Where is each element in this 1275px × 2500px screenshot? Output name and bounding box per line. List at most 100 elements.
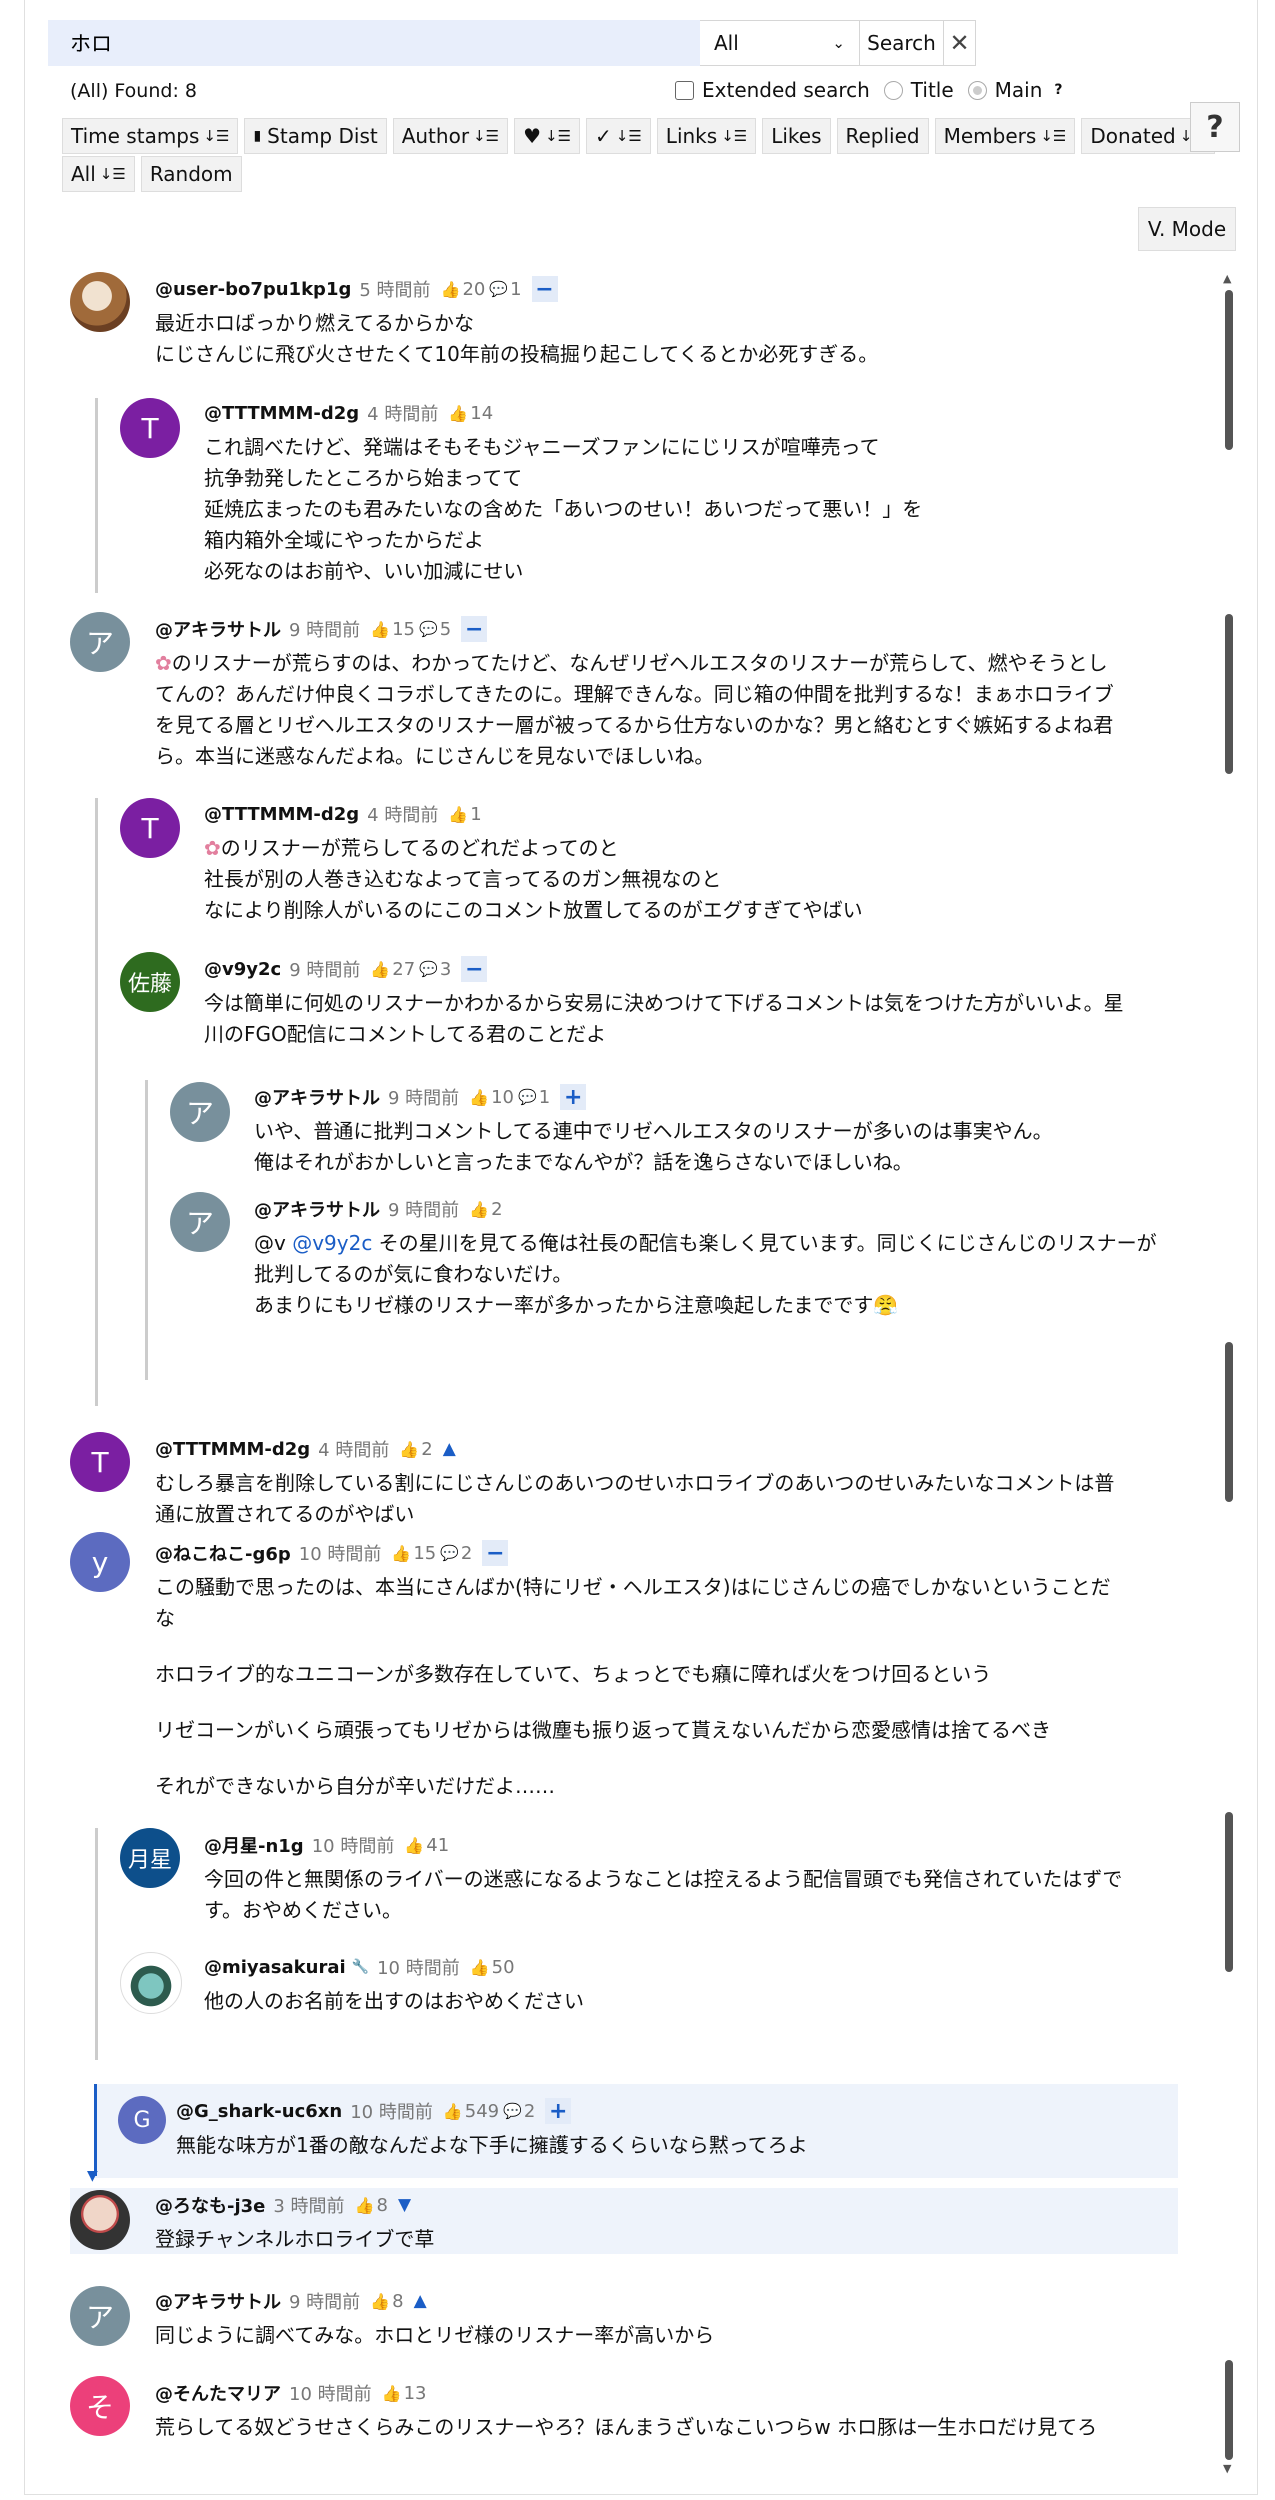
author-name[interactable]: @ろなも-j3e (155, 2192, 265, 2218)
like-count: 27 (392, 958, 416, 980)
like-count: 15 (413, 1542, 437, 1564)
mention-link[interactable]: @v9y2c (292, 1231, 372, 1255)
reply-count: 2 (523, 2100, 536, 2122)
timestamp: 10 時間前 (350, 2102, 433, 2123)
sort-button-row-1: Time stamps ↓☰ ▮ Stamp Dist Author ↓☰ ♥ ↓☰ ✓… (62, 118, 1215, 154)
author-name[interactable]: @user-bo7pu1kp1g (155, 279, 351, 300)
reply-count: 1 (510, 278, 522, 300)
author-name[interactable]: @アキラサトル (254, 1196, 380, 1222)
comment-text: 荒らしてる奴どうせさくらみこのリスナーやろ？ほんまうざいなこいつらw ホロ豚は一… (155, 2415, 1098, 2439)
avatar: そ (70, 2376, 130, 2436)
title-radio-label: Title (910, 78, 954, 102)
comment-header: @ねこねこ-g6p 10 時間前 👍 15 💬 2 − (155, 1540, 509, 1566)
scrollbar-thumb-5[interactable] (1225, 2360, 1233, 2460)
extended-search-label: Extended search (702, 78, 870, 102)
search-input[interactable] (48, 20, 700, 66)
jump-up-icon[interactable]: ▲ (414, 2291, 427, 2311)
scroll-down-arrow-icon[interactable]: ▼ (1223, 2462, 1231, 2475)
extended-search-checkbox[interactable] (675, 80, 694, 100)
author-name[interactable]: @TTTMMM-d2g (155, 1439, 310, 1460)
clear-icon[interactable]: ✕ (944, 20, 976, 66)
author-name[interactable]: @TTTMMM-d2g (204, 804, 359, 825)
members-button[interactable]: Members ↓☰ (934, 118, 1076, 154)
author-name[interactable]: @v9y2c (204, 959, 281, 980)
author-name[interactable]: @TTTMMM-d2g (204, 403, 359, 424)
all-button[interactable]: All ↓☰ (62, 156, 135, 192)
scope-select[interactable]: All ⌄ (700, 20, 860, 66)
thumbs-up-icon: 👍 (370, 959, 391, 979)
heart-icon: ♥ (523, 124, 541, 148)
search-button[interactable]: Search (860, 20, 944, 66)
author-name[interactable]: @ねこねこ-g6p (155, 1540, 291, 1566)
collapse-toggle-button[interactable]: − (482, 1540, 509, 1566)
timestamp: 9 時間前 (388, 1200, 460, 1221)
thumbs-up-icon: 👍 (354, 2195, 375, 2215)
v-mode-button[interactable]: V. Mode (1138, 207, 1236, 251)
reply-icon: 💬 (419, 960, 438, 978)
author-name[interactable]: @アキラサトル (155, 616, 281, 642)
like-count: 1 (470, 803, 482, 825)
timestamps-button[interactable]: Time stamps ↓☰ (62, 118, 239, 154)
sort-icon: ↓☰ (1040, 127, 1067, 145)
author-name[interactable]: @アキラサトル (254, 1084, 380, 1110)
sort-icon: ↓☰ (473, 127, 500, 145)
likes-button[interactable]: Likes (762, 118, 831, 154)
heart-button[interactable]: ♥ ↓☰ (514, 118, 581, 154)
like-count: 549 (464, 2100, 500, 2122)
links-button[interactable]: Links ↓☰ (656, 118, 757, 154)
scroll-up-arrow-icon[interactable]: ▲ (1223, 272, 1231, 285)
found-count: (All) Found: 8 (70, 80, 197, 102)
avatar: ア (70, 2286, 130, 2346)
reply-icon: 💬 (440, 1544, 459, 1562)
like-count: 10 (491, 1086, 515, 1108)
collapse-toggle-button[interactable]: − (531, 276, 558, 302)
thumbs-up-icon: 👍 (404, 1835, 425, 1855)
avatar-image (120, 1952, 182, 2014)
stamp-dist-button[interactable]: ▮ Stamp Dist (244, 118, 387, 154)
jump-down-icon[interactable]: ▼ (398, 2195, 411, 2215)
like-count: 2 (421, 1438, 433, 1460)
like-count: 8 (376, 2194, 388, 2216)
help-button[interactable]: ? (1190, 102, 1240, 152)
avatar: G (118, 2096, 166, 2144)
author-name[interactable]: @そんたマリア (155, 2380, 281, 2406)
scrollbar-thumb-2[interactable] (1225, 614, 1233, 774)
comment-text: 他の人のお名前を出すのはおやめください (204, 1989, 584, 2013)
main-help-icon[interactable]: ? (1054, 82, 1062, 98)
timestamp: 9 時間前 (388, 1088, 460, 1109)
like-count: 15 (392, 618, 416, 640)
thumbs-up-icon: 👍 (399, 1439, 420, 1459)
sort-button-row-2: All ↓☰ Random (62, 156, 242, 192)
thumbs-up-icon: 👍 (469, 1957, 490, 1977)
jump-up-icon[interactable]: ▲ (443, 1439, 456, 1459)
main-radio-label: Main (994, 78, 1043, 102)
comment-text: この騒動で思ったのは、本当にさんばか(特にリゼ・ヘルエスタ)はにじさんじの癌でし… (155, 1575, 1111, 1798)
main-radio[interactable] (967, 80, 987, 100)
avatar-image (70, 272, 130, 332)
author-name[interactable]: @G_shark-uc6xn (176, 2101, 342, 2122)
check-button[interactable]: ✓ ↓☰ (586, 118, 651, 154)
timestamp: 10 時間前 (311, 1836, 395, 1857)
author-name[interactable]: @miyasakurai (204, 1957, 346, 1978)
author-name[interactable]: @月星-n1g (204, 1832, 304, 1858)
comment-header: @アキラサトル 9 時間前 👍 2 (254, 1196, 503, 1222)
scrollbar-thumb-3[interactable] (1225, 1342, 1233, 1502)
scrollbar-thumb-1[interactable] (1225, 290, 1233, 450)
replied-button[interactable]: Replied (836, 118, 929, 154)
expand-toggle-button[interactable]: + (560, 1084, 587, 1110)
author-button[interactable]: Author ↓☰ (392, 118, 509, 154)
comment-text: @v @v9y2c その星川を見てる俺は社長の配信も楽しく見ています。同じくにじ… (254, 1231, 1157, 1317)
author-name[interactable]: @アキラサトル (155, 2288, 281, 2314)
title-radio[interactable] (883, 80, 903, 100)
collapse-toggle-button[interactable]: − (461, 956, 488, 982)
avatar: y (70, 1532, 130, 1592)
random-button[interactable]: Random (140, 156, 242, 192)
comment-header: @G_shark-uc6xn 10 時間前 👍 549 💬 2 + (176, 2098, 572, 2124)
collapse-toggle-button[interactable]: − (461, 616, 488, 642)
comment-header: @そんたマリア 10 時間前 👍 13 (155, 2380, 426, 2406)
thumbs-up-icon: 👍 (370, 2291, 391, 2311)
expand-toggle-button[interactable]: + (545, 2098, 572, 2124)
flower-icon: ✿ (155, 651, 172, 675)
timestamp: 9 時間前 (289, 2292, 361, 2313)
scrollbar-thumb-4[interactable] (1225, 1812, 1233, 1972)
